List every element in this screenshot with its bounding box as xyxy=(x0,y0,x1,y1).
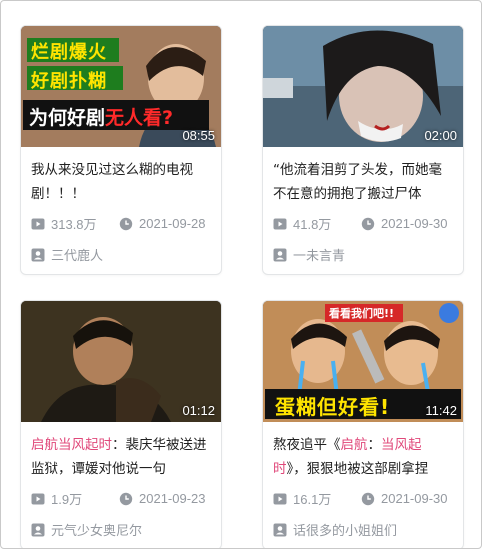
video-title[interactable]: 启航当风起时：裴庆华被送进监狱，谭媛对他说一句 xyxy=(31,433,211,479)
uploader-name: 话很多的小姐姐们 xyxy=(293,524,398,539)
video-thumbnail[interactable]: 01:12 xyxy=(21,301,221,422)
uploader-icon xyxy=(31,523,45,536)
thumbnail-caption-line1: 烂剧爆火 xyxy=(31,42,107,63)
video-meta: 16.1万 2021-09-30 xyxy=(273,489,453,508)
play-count: 1.9万 xyxy=(51,492,83,507)
video-card[interactable]: 看看我们吧!! 蛋糊但好看! 11:42 熬夜追平《启航：当风起时》，狠狠地被这… xyxy=(262,300,464,548)
video-card[interactable]: 01:12 启航当风起时：裴庆华被送进监狱，谭媛对他说一句 1.9万 2021-… xyxy=(20,300,222,548)
play-count: 313.8万 xyxy=(51,217,97,232)
publish-date: 2021-09-23 xyxy=(139,491,206,506)
video-meta: 41.8万 2021-09-30 xyxy=(273,214,453,233)
clock-icon xyxy=(361,492,375,505)
uploader-icon xyxy=(273,523,287,536)
video-thumbnail[interactable]: 烂剧爆火 好剧扑糊 为何好剧无人看? 08:55 xyxy=(21,26,221,147)
uploader-name: 三代鹿人 xyxy=(51,249,104,264)
uploader-name: 元气少女奥尼尔 xyxy=(51,524,143,539)
publish-date: 2021-09-30 xyxy=(381,216,448,231)
thumbnail-caption-line2: 好剧扑糊 xyxy=(31,71,107,92)
publish-date: 2021-09-28 xyxy=(139,216,206,231)
clock-icon xyxy=(119,492,133,505)
clock-icon xyxy=(119,217,133,230)
uploader-name: 一未言青 xyxy=(293,249,346,264)
video-thumbnail[interactable]: 看看我们吧!! 蛋糊但好看! 11:42 xyxy=(263,301,463,422)
video-thumbnail[interactable]: 02:00 xyxy=(263,26,463,147)
uploader-link[interactable]: 三代鹿人 xyxy=(31,245,211,264)
video-duration: 11:42 xyxy=(425,403,457,418)
video-duration: 02:00 xyxy=(424,128,457,143)
video-list-panel: 烂剧爆火 好剧扑糊 为何好剧无人看? 08:55 我从来没见过这么糊的电视剧！！… xyxy=(0,0,482,549)
uploader-icon xyxy=(31,248,45,261)
clock-icon xyxy=(361,217,375,230)
uploader-link[interactable]: 话很多的小姐姐们 xyxy=(273,520,453,539)
video-duration: 08:55 xyxy=(182,128,215,143)
uploader-link[interactable]: 元气少女奥尼尔 xyxy=(31,520,211,539)
play-count-icon xyxy=(31,218,45,229)
thumbnail-banner: 看看我们吧!! xyxy=(329,307,395,320)
video-duration: 01:12 xyxy=(182,403,215,418)
play-count-icon xyxy=(31,493,45,504)
publish-date: 2021-09-30 xyxy=(381,491,448,506)
video-title[interactable]: 我从来没见过这么糊的电视剧！！！ xyxy=(31,158,211,204)
play-count-icon xyxy=(273,218,287,229)
video-meta: 1.9万 2021-09-23 xyxy=(31,489,211,508)
thumbnail-caption-line3: 为何好剧无人看? xyxy=(29,107,174,129)
video-card[interactable]: 烂剧爆火 好剧扑糊 为何好剧无人看? 08:55 我从来没见过这么糊的电视剧！！… xyxy=(20,25,222,275)
video-title[interactable]: “他流着泪剪了头发，而她毫不在意的拥抱了搬过尸体 xyxy=(273,158,453,204)
video-card[interactable]: 02:00 “他流着泪剪了头发，而她毫不在意的拥抱了搬过尸体 41.8万 202… xyxy=(262,25,464,275)
thumbnail-caption: 蛋糊但好看! xyxy=(275,395,391,419)
play-count: 41.8万 xyxy=(293,217,332,232)
video-title[interactable]: 熬夜追平《启航：当风起时》，狠狠地被这部剧拿捏 xyxy=(273,433,453,479)
play-count: 16.1万 xyxy=(293,492,332,507)
play-count-icon xyxy=(273,493,287,504)
uploader-link[interactable]: 一未言青 xyxy=(273,245,453,264)
video-meta: 313.8万 2021-09-28 xyxy=(31,214,211,233)
uploader-icon xyxy=(273,248,287,261)
